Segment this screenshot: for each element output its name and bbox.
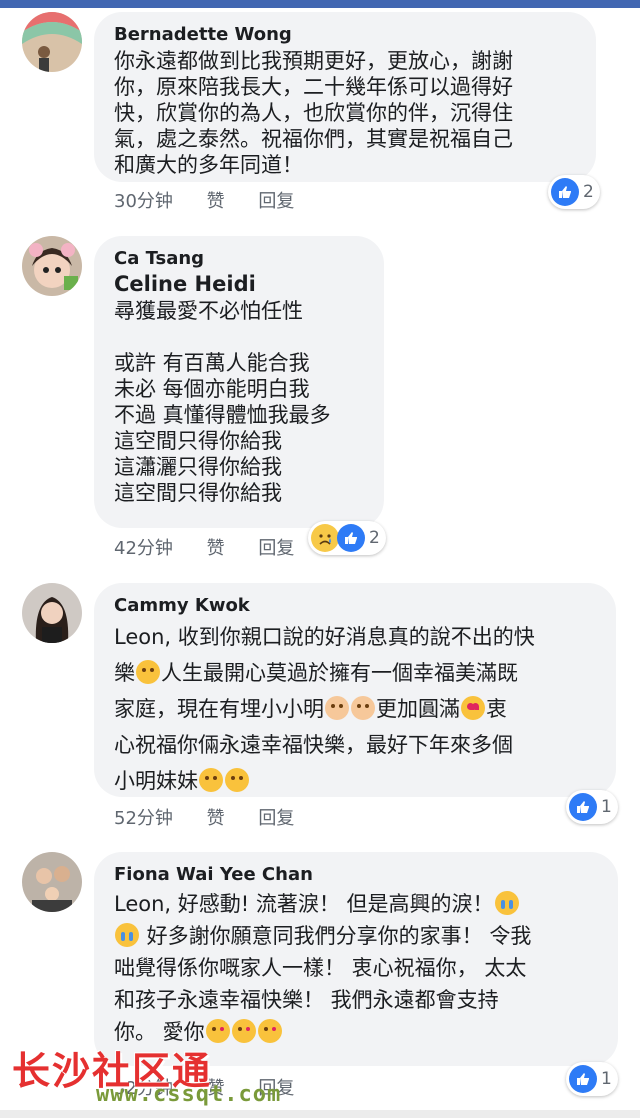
comment-actions: 30分钟 赞 回复 [114, 187, 322, 213]
kissing-face-icon [231, 1019, 256, 1043]
text-segment: 好多謝你願意同我們分享你的家事！ 令我 咄覺得係你嘅家人一樣！ 衷心祝福你， 太… [114, 924, 532, 1044]
avatar[interactable] [22, 236, 82, 296]
grinning-face-icon [199, 768, 223, 792]
like-button[interactable]: 赞 [207, 804, 225, 830]
avatar-image [22, 852, 82, 912]
text-segment: Leon, 好感動! 流著淚！ 但是高興的淚！ [114, 892, 494, 916]
avatar[interactable] [22, 583, 82, 643]
comment-bubble: Fiona Wai Yee Chan Leon, 好感動! 流著淚！ 但是高興的… [94, 852, 618, 1066]
avatar-image [22, 236, 82, 296]
heart-eyes-icon [461, 696, 485, 720]
comment-author[interactable]: Bernadette Wong [114, 24, 576, 46]
watermark-url: www.cssqt.com [96, 1082, 282, 1107]
reaction-count: 1 [601, 797, 612, 817]
comment-actions: 42分钟 赞 回复 [114, 534, 322, 560]
text-segment: 更加圓滿 [376, 697, 460, 721]
comment-text: 你永遠都做到比我預期更好，更放心，謝謝 你，原來陪我長大，二十幾年係可以過得好 … [114, 49, 513, 177]
reply-button[interactable]: 回复 [258, 187, 294, 213]
comment-author[interactable]: Fiona Wai Yee Chan [114, 864, 598, 886]
hugging-face-icon [136, 660, 160, 684]
grinning-face-icon [225, 768, 249, 792]
avatar[interactable] [22, 852, 82, 912]
reply-button[interactable]: 回复 [258, 534, 294, 560]
sad-icon [311, 524, 339, 552]
baby-face-icon [325, 696, 349, 720]
kissing-face-icon [257, 1019, 282, 1043]
comment-author[interactable]: Ca Tsang [114, 248, 364, 270]
comment-text: 尋獲最愛不必怕任性 或許 有百萬人能合我 未必 每個亦能明白我 不過 真懂得體恤… [114, 299, 331, 505]
comment-bubble: Bernadette Wong 你永遠都做到比我預期更好，更放心，謝謝 你，原來… [94, 12, 596, 182]
comment-actions: 52分钟 赞 回复 [114, 804, 322, 830]
avatar-image [22, 12, 82, 72]
tagged-user[interactable]: Celine Heidi [114, 270, 364, 298]
avatar-image [22, 583, 82, 643]
comment-text: Leon, 好感動! 流著淚！ 但是高興的淚！ 好多謝你願意同我們分享你的家事！… [114, 888, 598, 1048]
reactions-badge[interactable]: 1 [566, 790, 618, 824]
crying-face-icon [115, 923, 139, 947]
reply-button[interactable]: 回复 [258, 804, 294, 830]
reaction-count: 2 [369, 528, 380, 548]
comment-text: Leon, 收到你親口說的好消息真的說不出的快 樂人生最開心莫過於擁有一個幸福美… [114, 619, 596, 799]
reactions-badge[interactable]: 2 [548, 175, 600, 209]
reaction-count: 2 [583, 182, 594, 202]
like-icon [337, 524, 365, 552]
like-icon [569, 793, 597, 821]
comment-bubble: Ca Tsang Celine Heidi 尋獲最愛不必怕任性 或許 有百萬人能… [94, 236, 384, 528]
reaction-count: 1 [601, 1069, 612, 1089]
baby-face-icon [351, 696, 375, 720]
like-button[interactable]: 赞 [207, 534, 225, 560]
comment-time[interactable]: 30分钟 [114, 187, 173, 213]
reactions-badge[interactable]: 2 [308, 521, 386, 555]
comment-time[interactable]: 52分钟 [114, 804, 173, 830]
comment-author[interactable]: Cammy Kwok [114, 595, 596, 617]
comment-time[interactable]: 42分钟 [114, 534, 173, 560]
like-button[interactable]: 赞 [207, 187, 225, 213]
avatar[interactable] [22, 12, 82, 72]
crying-face-icon [494, 891, 519, 915]
bottom-divider [0, 1110, 640, 1118]
like-icon [551, 178, 579, 206]
reactions-badge[interactable]: 1 [566, 1062, 618, 1096]
comment-bubble: Cammy Kwok Leon, 收到你親口說的好消息真的說不出的快 樂人生最開… [94, 583, 616, 797]
top-bar [0, 0, 640, 8]
like-icon [569, 1065, 597, 1093]
